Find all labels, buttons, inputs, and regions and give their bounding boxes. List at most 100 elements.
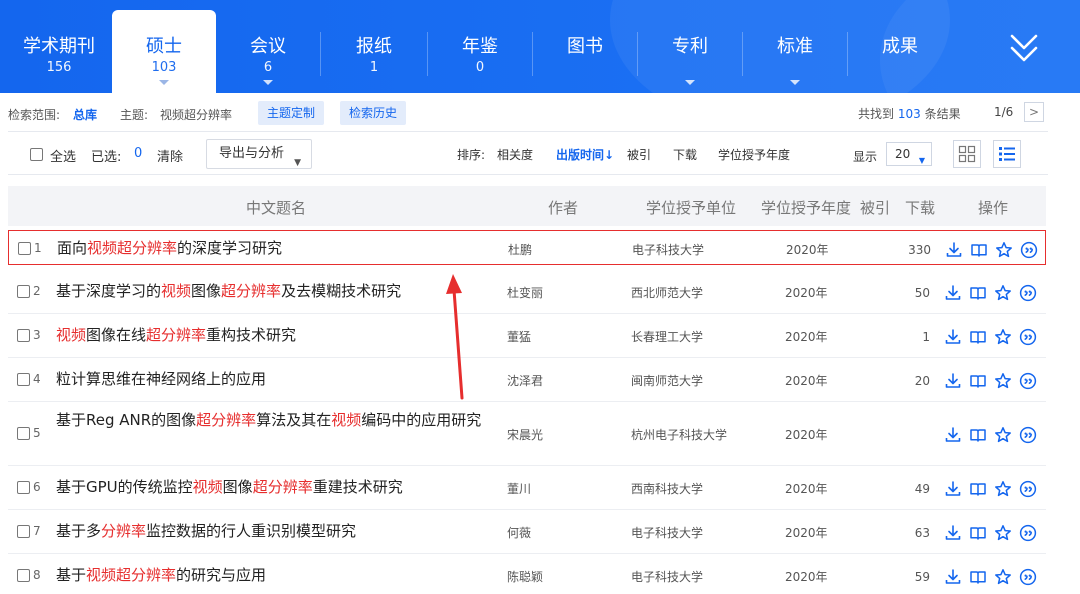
caret-down-icon: ▼ [918, 156, 925, 165]
favorite-star-icon[interactable] [995, 241, 1013, 259]
read-online-icon[interactable] [970, 241, 988, 259]
topic-custom-button[interactable]: 主题定制 [258, 101, 325, 125]
header-actions: 操作 [978, 199, 1009, 217]
tab-masters[interactable]: 硕士 103 [112, 10, 216, 93]
quote-icon[interactable] [1019, 524, 1037, 542]
read-online-icon[interactable] [969, 372, 987, 390]
scope-value[interactable]: 总库 [73, 106, 97, 123]
row-author-link[interactable]: 宋晨光 [507, 426, 543, 443]
sort-degree-year[interactable]: 学位授予年度 [718, 146, 790, 163]
sort-publish-time[interactable]: 出版时间↓ [556, 146, 614, 163]
favorite-star-icon[interactable] [994, 372, 1012, 390]
clear-selection-button[interactable]: 清除 [157, 146, 183, 165]
row-checkbox[interactable] [17, 329, 30, 342]
row-title-link[interactable]: 基于深度学习的视频图像超分辨率及去模糊技术研究 [56, 281, 492, 302]
download-icon[interactable] [944, 568, 962, 586]
row-unit-link[interactable]: 长春理工大学 [631, 328, 703, 345]
row-title-link[interactable]: 基于多分辨率监控数据的行人重识别模型研究 [56, 521, 492, 542]
row-checkbox[interactable] [17, 427, 30, 440]
row-author-link[interactable]: 杜变丽 [507, 284, 543, 301]
row-checkbox[interactable] [17, 285, 30, 298]
topic-label: 主题: [120, 108, 149, 122]
row-unit-link[interactable]: 闽南师范大学 [631, 372, 703, 389]
next-page-button[interactable]: > [1024, 102, 1044, 122]
caret-down-icon [159, 80, 169, 85]
favorite-star-icon[interactable] [994, 426, 1012, 444]
tab-yearbook[interactable]: 年鉴 0 [428, 0, 532, 93]
quote-icon[interactable] [1019, 284, 1037, 302]
download-icon[interactable] [945, 241, 963, 259]
favorite-star-icon[interactable] [994, 480, 1012, 498]
row-unit-link[interactable]: 西北师范大学 [631, 284, 703, 301]
header-downloads: 下载 [905, 199, 936, 217]
row-checkbox[interactable] [18, 241, 31, 255]
read-online-icon[interactable] [969, 480, 987, 498]
download-icon[interactable] [944, 480, 962, 498]
sort-relevance[interactable]: 相关度 [497, 146, 533, 163]
row-author-link[interactable]: 何薇 [507, 524, 531, 541]
row-unit-link[interactable]: 电子科技大学 [631, 524, 703, 541]
header-cited: 被引 [860, 199, 891, 217]
table-row: 8 基于视频超分辨率的研究与应用 陈聪颖 电子科技大学 2020年 59 [8, 554, 1046, 594]
read-online-icon[interactable] [969, 284, 987, 302]
row-author-link[interactable]: 杜鹏 [508, 241, 532, 258]
sort-cited[interactable]: 被引 [627, 146, 651, 163]
row-checkbox[interactable] [17, 569, 30, 582]
page-size-select[interactable]: 20 ▼ [886, 142, 932, 166]
tab-standards[interactable]: 标准 [743, 0, 847, 93]
download-icon[interactable] [944, 524, 962, 542]
list-view-icon[interactable] [993, 140, 1021, 168]
sort-downloads[interactable]: 下载 [673, 146, 697, 163]
row-author-link[interactable]: 董川 [507, 480, 531, 497]
select-all-checkbox[interactable] [30, 148, 43, 161]
row-checkbox[interactable] [17, 373, 30, 386]
row-author-link[interactable]: 沈泽君 [507, 372, 543, 389]
tab-journals[interactable]: 学术期刊 156 [6, 0, 112, 93]
row-title-link[interactable]: 基于视频超分辨率的研究与应用 [56, 565, 492, 586]
search-history-button[interactable]: 检索历史 [340, 101, 407, 125]
header-unit: 学位授予单位 [646, 199, 737, 217]
row-title-link[interactable]: 基于Reg ANR的图像超分辨率算法及其在视频编码中的应用研究 [56, 410, 492, 431]
read-online-icon[interactable] [969, 524, 987, 542]
read-online-icon[interactable] [969, 426, 987, 444]
export-analysis-dropdown[interactable]: 导出与分析 ▼ [206, 139, 312, 169]
download-icon[interactable] [944, 426, 962, 444]
tab-achievements[interactable]: 成果 [848, 0, 952, 93]
quote-icon[interactable] [1019, 426, 1037, 444]
quote-icon[interactable] [1019, 480, 1037, 498]
favorite-star-icon[interactable] [994, 568, 1012, 586]
read-online-icon[interactable] [969, 328, 987, 346]
quote-icon[interactable] [1019, 328, 1037, 346]
row-checkbox[interactable] [17, 525, 30, 538]
download-icon[interactable] [944, 372, 962, 390]
row-author-link[interactable]: 董猛 [507, 328, 531, 345]
tab-patents[interactable]: 专利 [638, 0, 742, 93]
favorite-star-icon[interactable] [994, 328, 1012, 346]
quote-icon[interactable] [1019, 372, 1037, 390]
row-checkbox[interactable] [17, 481, 30, 494]
quote-icon[interactable] [1020, 241, 1038, 259]
row-title-link[interactable]: 粒计算思维在神经网络上的应用 [56, 369, 492, 390]
download-icon[interactable] [944, 284, 962, 302]
read-online-icon[interactable] [969, 568, 987, 586]
tab-books[interactable]: 图书 [533, 0, 637, 93]
grid-view-icon[interactable] [953, 140, 981, 168]
row-unit-link[interactable]: 西南科技大学 [631, 480, 703, 497]
favorite-star-icon[interactable] [994, 284, 1012, 302]
row-downloads: 50 [914, 286, 930, 300]
row-title-link[interactable]: 视频图像在线超分辨率重构技术研究 [56, 325, 492, 346]
row-title-link[interactable]: 基于GPU的传统监控视频图像超分辨率重建技术研究 [56, 477, 492, 498]
download-icon[interactable] [944, 328, 962, 346]
row-title-link[interactable]: 面向视频超分辨率的深度学习研究 [57, 238, 493, 259]
row-year: 2020年 [786, 242, 829, 257]
tab-conference[interactable]: 会议 6 [216, 0, 320, 93]
row-unit-link[interactable]: 电子科技大学 [631, 568, 703, 585]
favorite-star-icon[interactable] [994, 524, 1012, 542]
double-chevron-down-icon[interactable] [1004, 30, 1044, 66]
tab-newspaper[interactable]: 报纸 1 [321, 0, 427, 93]
select-all-label[interactable]: 全选 [50, 146, 76, 165]
row-unit-link[interactable]: 杭州电子科技大学 [631, 426, 727, 443]
row-author-link[interactable]: 陈聪颖 [507, 568, 543, 585]
row-unit-link[interactable]: 电子科技大学 [632, 241, 704, 258]
quote-icon[interactable] [1019, 568, 1037, 586]
